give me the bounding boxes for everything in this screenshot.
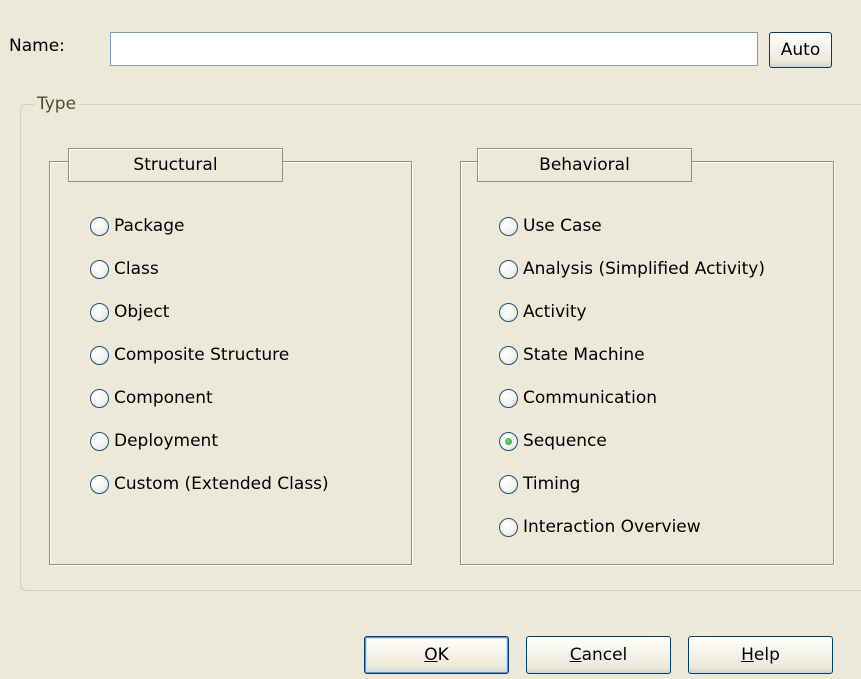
cancel-label: ancel [581,645,628,665]
radio-button-icon[interactable] [90,474,109,494]
radio-button-icon[interactable] [90,345,109,365]
radio-class[interactable]: Class [90,257,329,281]
radio-button-icon[interactable] [499,216,518,236]
radio-label: Class [114,259,159,279]
cancel-mnemonic: C [569,645,582,665]
radio-label: Interaction Overview [523,517,701,537]
help-button[interactable]: Help [688,636,833,674]
help-mnemonic: H [741,645,754,665]
radio-button-icon[interactable] [90,216,109,236]
radio-button-icon[interactable] [499,345,518,365]
radio-timing[interactable]: Timing [499,472,765,496]
auto-button[interactable]: Auto [769,32,832,68]
radio-interaction-overview[interactable]: Interaction Overview [499,515,765,539]
radio-deployment[interactable]: Deployment [90,429,329,453]
radio-button-icon[interactable] [499,388,518,408]
radio-button-icon[interactable] [499,302,518,322]
ok-mnemonic: O [424,645,438,665]
radio-custom-extended-class[interactable]: Custom (Extended Class) [90,472,329,496]
radio-label: Composite Structure [114,345,290,365]
radio-label: Package [114,216,185,236]
radio-label: Timing [523,474,581,494]
structural-options: Package Class Object Composite Structure… [90,214,329,496]
radio-use-case[interactable]: Use Case [499,214,765,238]
name-input[interactable] [110,32,758,66]
radio-composite-structure[interactable]: Composite Structure [90,343,329,367]
radio-component[interactable]: Component [90,386,329,410]
type-group-label: Type [34,94,80,114]
radio-button-icon[interactable] [90,259,109,279]
structural-header: Structural [68,148,283,182]
ok-label: K [437,645,449,665]
name-label: Name: [9,36,65,56]
radio-button-icon[interactable] [90,431,109,451]
cancel-button[interactable]: Cancel [526,636,671,674]
radio-button-icon[interactable] [90,302,109,322]
radio-label: Analysis (Simplified Activity) [523,259,765,279]
radio-analysis[interactable]: Analysis (Simplified Activity) [499,257,765,281]
structural-label: Structural [133,155,218,175]
radio-communication[interactable]: Communication [499,386,765,410]
radio-sequence[interactable]: Sequence [499,429,765,453]
help-label: elp [753,645,780,665]
radio-label: Activity [523,302,587,322]
radio-button-icon[interactable] [499,259,518,279]
radio-label: Communication [523,388,657,408]
radio-label: Component [114,388,213,408]
radio-label: State Machine [523,345,645,365]
radio-button-icon[interactable] [90,388,109,408]
radio-label: Deployment [114,431,218,451]
radio-label: Use Case [523,216,602,236]
radio-button-icon[interactable] [499,474,518,494]
radio-button-icon[interactable] [499,517,518,537]
radio-object[interactable]: Object [90,300,329,324]
behavioral-options: Use Case Analysis (Simplified Activity) … [499,214,765,539]
radio-label: Custom (Extended Class) [114,474,329,494]
radio-package[interactable]: Package [90,214,329,238]
behavioral-header: Behavioral [477,148,692,182]
behavioral-label: Behavioral [539,155,630,175]
radio-button-checked-icon[interactable] [499,431,518,451]
radio-label: Object [114,302,170,322]
ok-button[interactable]: OK [364,636,509,674]
radio-activity[interactable]: Activity [499,300,765,324]
radio-state-machine[interactable]: State Machine [499,343,765,367]
radio-label: Sequence [523,431,607,451]
